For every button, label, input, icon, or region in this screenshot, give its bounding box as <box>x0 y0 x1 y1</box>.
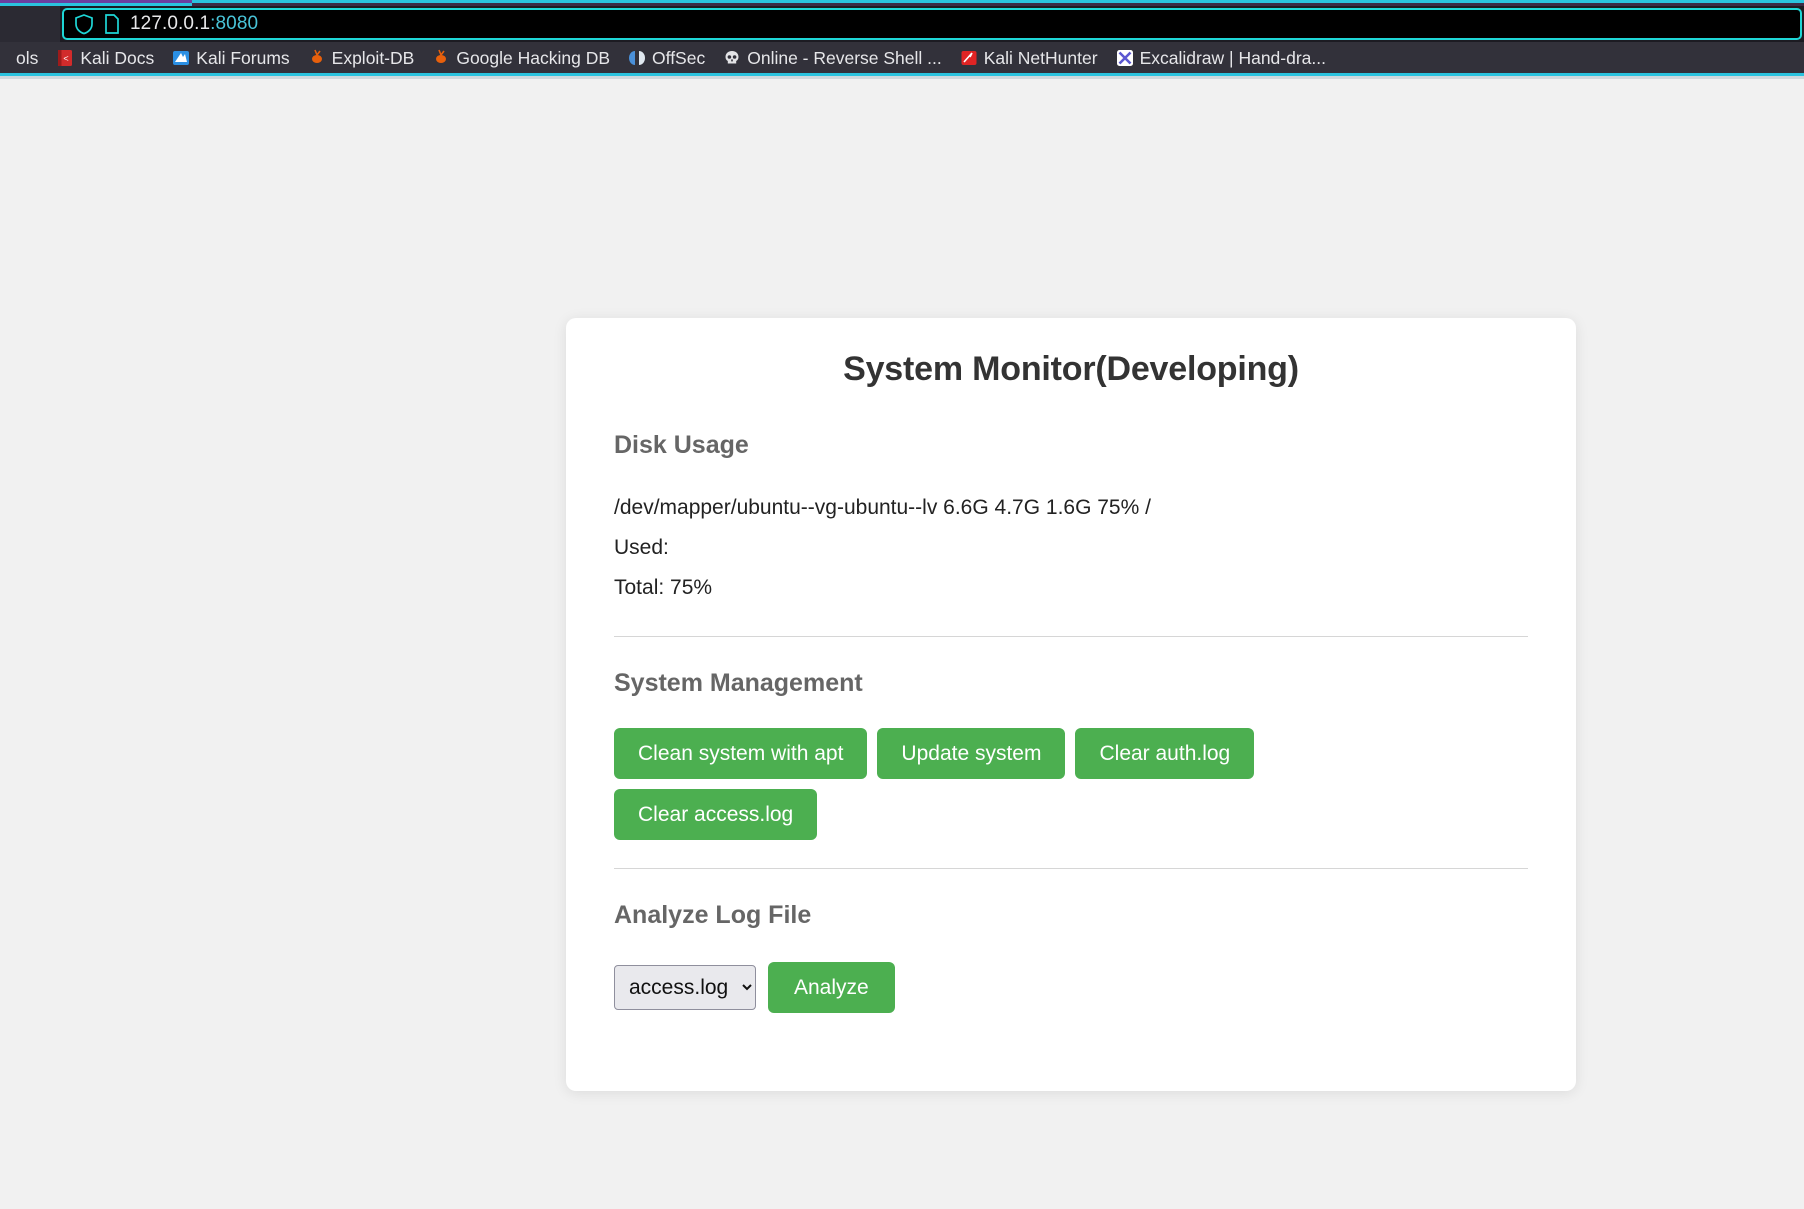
bookmark-label: Kali Docs <box>80 47 155 68</box>
bookmark-item-google-hacking-db[interactable]: Google Hacking DB <box>423 45 619 71</box>
url-band-left-gutter <box>0 6 60 42</box>
kali-forums-icon <box>172 49 190 67</box>
bookmark-item-kali-nethunter[interactable]: Kali NetHunter <box>951 45 1107 71</box>
disk-usage-section: Disk Usage /dev/mapper/ubuntu--vg-ubuntu… <box>614 389 1528 637</box>
svg-text:<: < <box>64 53 69 63</box>
system-management-button-row: Clean system with apt Update system Clea… <box>614 728 1344 841</box>
bookmark-item-kali-docs[interactable]: < Kali Docs <box>47 45 163 71</box>
page-document-icon[interactable] <box>104 14 120 34</box>
bookmark-label: Kali NetHunter <box>983 47 1098 68</box>
kali-nethunter-icon <box>960 49 978 67</box>
analyze-log-file-section: Analyze Log File access.log Analyze <box>614 869 1528 1014</box>
disk-usage-line-used: Used: <box>614 536 669 559</box>
bookmark-label: OffSec <box>652 47 706 68</box>
bookmark-item-excalidraw[interactable]: Excalidraw | Hand-dra... <box>1107 45 1335 71</box>
disk-usage-line-total: Total: 75% <box>614 576 713 599</box>
kali-docs-book-icon: < <box>56 49 74 67</box>
browser-chrome: 127.0.0.1:8080 ols < Kali Docs Kali Foru… <box>0 0 1804 79</box>
bookmark-label: Kali Forums <box>196 47 290 68</box>
update-system-button[interactable]: Update system <box>877 728 1066 780</box>
page-title: System Monitor(Developing) <box>843 350 1299 388</box>
excalidraw-icon <box>1116 49 1134 67</box>
disk-usage-line-device: /dev/mapper/ubuntu--vg-ubuntu--lv 6.6G 4… <box>614 496 1151 519</box>
bookmarks-bar: ols < Kali Docs Kali Forums Exploit-DB G… <box>0 42 1804 73</box>
bookmark-label: Exploit-DB <box>331 47 415 68</box>
analyze-log-controls: access.log Analyze <box>614 962 1528 1014</box>
bookmark-label: Online - Reverse Shell ... <box>747 47 942 68</box>
google-hacking-db-icon <box>432 49 450 67</box>
partial-bookmark-icon <box>0 49 10 67</box>
page-viewport: System Monitor(Developing) Disk Usage /d… <box>0 79 1804 1209</box>
log-file-select[interactable]: access.log <box>614 965 756 1011</box>
bookmark-item-offsec[interactable]: OffSec <box>619 45 714 71</box>
url-host: 127.0.0.1 <box>130 13 211 34</box>
clear-auth-log-button[interactable]: Clear auth.log <box>1075 728 1255 780</box>
bookmark-item-exploit-db[interactable]: Exploit-DB <box>299 45 424 71</box>
bookmark-item-reverse-shell[interactable]: Online - Reverse Shell ... <box>714 45 951 71</box>
bookmark-item-kali-forums[interactable]: Kali Forums <box>163 45 298 71</box>
analyze-button[interactable]: Analyze <box>768 962 895 1014</box>
clean-system-with-apt-button[interactable]: Clean system with apt <box>614 728 868 780</box>
bookmark-label: Google Hacking DB <box>456 47 611 68</box>
analyze-log-file-heading: Analyze Log File <box>614 901 812 930</box>
system-monitor-card: System Monitor(Developing) Disk Usage /d… <box>566 318 1576 1091</box>
url-text: 127.0.0.1:8080 <box>130 13 258 35</box>
exploit-db-icon <box>308 49 326 67</box>
bookmark-item-ols[interactable]: ols <box>0 45 47 71</box>
bookmark-label: ols <box>16 47 39 68</box>
system-management-heading: System Management <box>614 669 863 697</box>
url-port: :8080 <box>210 13 259 34</box>
bookmark-label: Excalidraw | Hand-dra... <box>1139 47 1326 68</box>
system-management-section: System Management Clean system with apt … <box>614 637 1528 870</box>
skull-icon <box>723 49 741 67</box>
address-bar[interactable]: 127.0.0.1:8080 <box>62 8 1802 40</box>
clear-access-log-button[interactable]: Clear access.log <box>614 789 818 841</box>
disk-usage-heading: Disk Usage <box>614 431 749 459</box>
offsec-icon <box>628 49 646 67</box>
shield-icon[interactable] <box>74 13 94 35</box>
